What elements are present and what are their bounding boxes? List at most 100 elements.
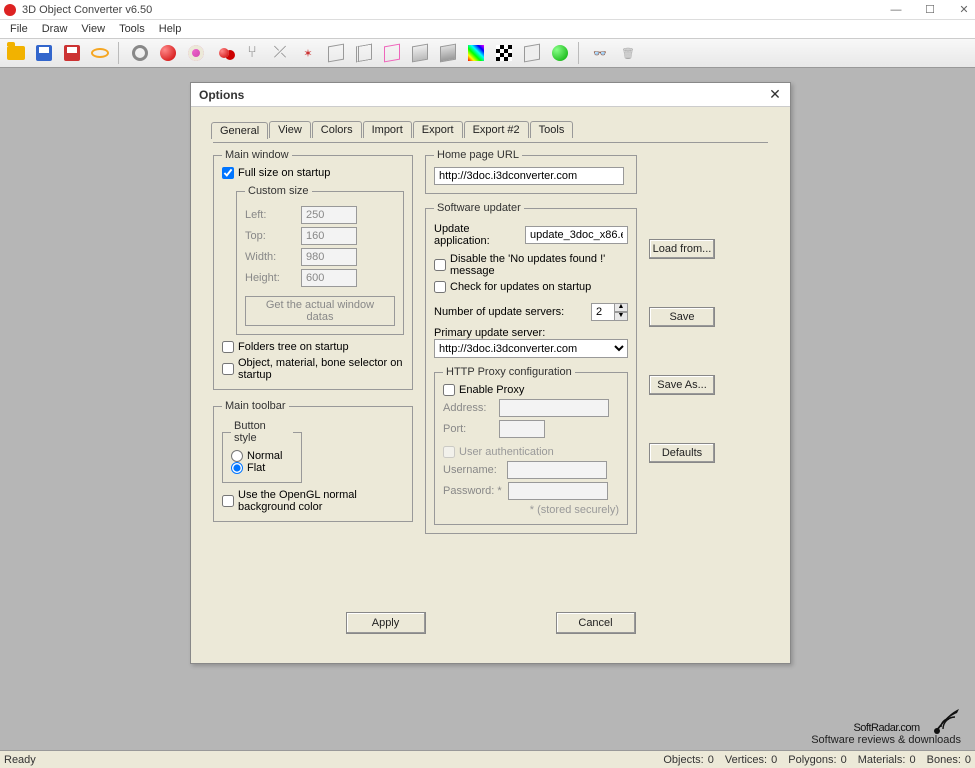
update-app-input[interactable]: [525, 226, 628, 244]
cube-checker-icon[interactable]: [492, 41, 516, 65]
dialog-title: Options: [199, 88, 768, 102]
radar-icon: [931, 707, 961, 735]
cube-rgb-icon[interactable]: [464, 41, 488, 65]
watermark-name: SoftRadar.com: [853, 722, 919, 734]
window-title: 3D Object Converter v6.50: [22, 4, 889, 16]
menu-file[interactable]: File: [4, 22, 34, 36]
tab-general[interactable]: General: [211, 122, 268, 139]
flat-radio[interactable]: [231, 462, 243, 474]
wireframe-book-icon[interactable]: [352, 41, 376, 65]
flat-label: Flat: [247, 462, 265, 474]
load-from-button[interactable]: Load from...: [649, 239, 715, 259]
full-size-label: Full size on startup: [238, 167, 330, 179]
watermark: SoftRadar.com Software reviews & downloa…: [811, 706, 961, 746]
proxy-address-label: Address:: [443, 402, 493, 414]
dialog-close-icon[interactable]: ✕: [768, 88, 782, 102]
height-label: Height:: [245, 272, 295, 284]
disable-msg-checkbox[interactable]: [434, 259, 446, 271]
password-label: Password: *: [443, 485, 502, 497]
check-startup-label: Check for updates on startup: [450, 281, 591, 293]
spin-up-icon[interactable]: ▲: [614, 303, 628, 312]
username-input[interactable]: [507, 461, 607, 479]
torus-icon[interactable]: [184, 41, 208, 65]
eye-icon[interactable]: [88, 41, 112, 65]
cube-solid-icon[interactable]: [408, 41, 432, 65]
axes-icon[interactable]: ✶: [296, 41, 320, 65]
spin-down-icon[interactable]: ▼: [614, 312, 628, 321]
obj-selector-label: Object, material, bone selector on start…: [238, 357, 404, 381]
menu-draw[interactable]: Draw: [36, 22, 74, 36]
home-url-input[interactable]: [434, 167, 624, 185]
cancel-button[interactable]: Cancel: [556, 612, 636, 634]
tab-tools[interactable]: Tools: [530, 121, 574, 138]
sb-polygons-label: Polygons:: [788, 754, 836, 766]
folders-tree-checkbox[interactable]: [222, 341, 234, 353]
save-button[interactable]: Save: [649, 307, 715, 327]
sb-vertices-label: Vertices:: [725, 754, 767, 766]
left-input[interactable]: [301, 206, 357, 224]
apply-button[interactable]: Apply: [346, 612, 426, 634]
main-toolbar-group: Main toolbar Button style Normal Flat Us…: [213, 400, 413, 522]
menu-tools[interactable]: Tools: [113, 22, 151, 36]
primary-server-select[interactable]: http://3doc.i3dconverter.com: [434, 339, 628, 358]
home-page-legend: Home page URL: [434, 149, 522, 161]
defaults-button[interactable]: Defaults: [649, 443, 715, 463]
wireframe-front-icon[interactable]: [324, 41, 348, 65]
normal-label: Normal: [247, 450, 282, 462]
save-as-button[interactable]: Save As...: [649, 375, 715, 395]
tab-colors[interactable]: Colors: [312, 121, 362, 138]
password-input[interactable]: [508, 482, 608, 500]
cube-plain-icon[interactable]: [520, 41, 544, 65]
menu-help[interactable]: Help: [153, 22, 188, 36]
proxy-address-input[interactable]: [499, 399, 609, 417]
double-sphere-icon[interactable]: [212, 41, 236, 65]
update-app-label: Update application:: [434, 223, 519, 247]
enable-proxy-checkbox[interactable]: [443, 384, 455, 396]
tabstrip: General View Colors Import Export Export…: [211, 121, 790, 138]
cube-shaded-icon[interactable]: [436, 41, 460, 65]
menu-view[interactable]: View: [75, 22, 111, 36]
num-servers-input[interactable]: [591, 303, 615, 321]
normal-radio[interactable]: [231, 450, 243, 462]
trash-icon[interactable]: 🗑: [616, 41, 640, 65]
primary-label: Primary update server:: [434, 327, 545, 339]
height-input[interactable]: [301, 269, 357, 287]
sb-polygons: 0: [841, 754, 847, 766]
full-size-checkbox[interactable]: [222, 167, 234, 179]
glasses-icon[interactable]: 👓: [588, 41, 612, 65]
obj-selector-checkbox[interactable]: [222, 363, 234, 375]
check-startup-checkbox[interactable]: [434, 281, 446, 293]
top-input[interactable]: [301, 227, 357, 245]
num-servers-spinner[interactable]: ▲▼: [591, 303, 628, 321]
open-icon[interactable]: [4, 41, 28, 65]
status-ready: Ready: [4, 754, 663, 766]
fork-icon[interactable]: ⑂: [240, 41, 264, 65]
maximize-button[interactable]: ☐: [923, 3, 937, 17]
sphere-red-icon[interactable]: [156, 41, 180, 65]
get-actual-button[interactable]: Get the actual window datas: [245, 296, 395, 326]
save-icon[interactable]: [32, 41, 56, 65]
main-window-group: Main window Full size on startup Custom …: [213, 149, 413, 390]
tab-import[interactable]: Import: [363, 121, 412, 138]
tab-export[interactable]: Export: [413, 121, 463, 138]
compass-icon[interactable]: ⤫: [268, 41, 292, 65]
num-servers-label: Number of update servers:: [434, 306, 564, 318]
gear-icon[interactable]: [128, 41, 152, 65]
use-opengl-label: Use the OpenGL normal background color: [238, 489, 404, 513]
width-input[interactable]: [301, 248, 357, 266]
sphere-green-icon[interactable]: [548, 41, 572, 65]
tab-export2[interactable]: Export #2: [464, 121, 529, 138]
toolbar-separator: [578, 42, 582, 64]
use-opengl-checkbox[interactable]: [222, 495, 234, 507]
sb-objects-label: Objects:: [663, 754, 703, 766]
dialog-titlebar: Options ✕: [191, 83, 790, 107]
folders-tree-label: Folders tree on startup: [238, 341, 349, 353]
left-label: Left:: [245, 209, 295, 221]
tab-view[interactable]: View: [269, 121, 311, 138]
save-alt-icon[interactable]: [60, 41, 84, 65]
minimize-button[interactable]: —: [889, 3, 903, 17]
user-auth-checkbox[interactable]: [443, 446, 455, 458]
wireframe-pink-icon[interactable]: [380, 41, 404, 65]
close-button[interactable]: ✕: [957, 3, 971, 17]
proxy-port-input[interactable]: [499, 420, 545, 438]
